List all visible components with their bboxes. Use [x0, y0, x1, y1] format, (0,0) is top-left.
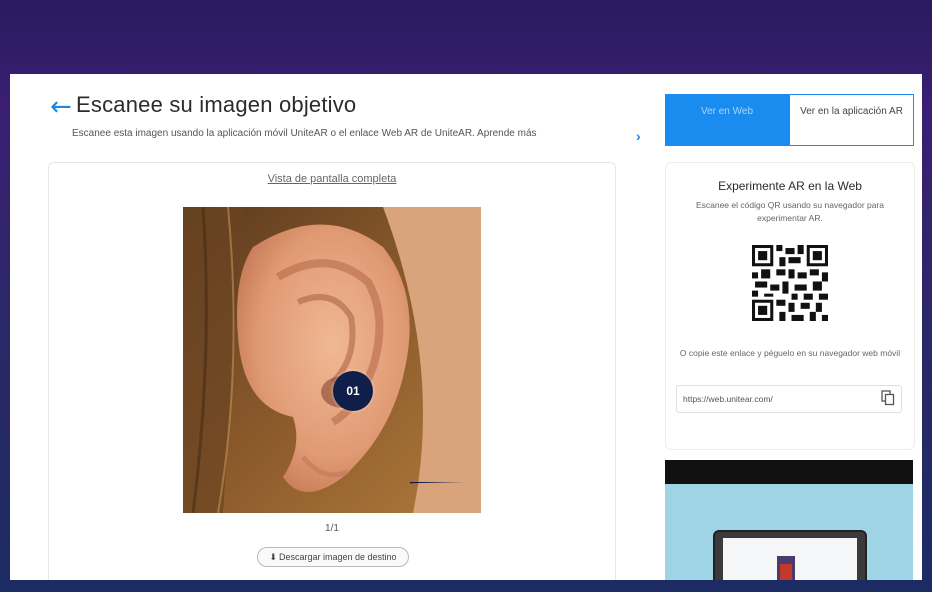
target-section: ← Escanee su imagen objetivo Escanee est…	[10, 74, 641, 580]
poster-icon	[777, 556, 795, 580]
chevron-right-icon[interactable]: ›	[636, 128, 641, 144]
page-title: Escanee su imagen objetivo	[76, 92, 357, 117]
download-target-button[interactable]: ⬇ Descargar imagen de destino	[257, 547, 409, 567]
ar-link-url: https://web.unitear.com/	[683, 394, 773, 404]
preview-background	[665, 484, 913, 580]
copy-icon[interactable]	[881, 390, 895, 406]
page-subtitle: Escanee esta imagen usando la aplicación…	[72, 128, 537, 139]
target-image-card: Vista de pantalla completa 01 1/1 ⬇ Desc…	[48, 162, 616, 580]
ar-web-description: Escanee el código QR usando su navegador…	[695, 200, 885, 223]
tablet-screen	[723, 538, 857, 580]
ar-web-card: Experimente AR en la Web Escanee el códi…	[665, 162, 915, 450]
back-arrow-icon[interactable]: ←	[50, 94, 76, 120]
marker-badge: 01	[333, 371, 373, 411]
tab-view-web[interactable]: Ver en Web	[665, 94, 789, 146]
view-options-section: Ver en Web Ver en la aplicación AR Exper…	[665, 74, 922, 580]
ar-link-field[interactable]: https://web.unitear.com/	[676, 385, 902, 413]
ar-web-title: Experimente AR en la Web	[718, 179, 862, 193]
image-counter: 1/1	[325, 523, 339, 534]
copy-link-instruction: O copie este enlace y péguelo en su nave…	[679, 348, 901, 358]
target-image[interactable]: 01	[183, 207, 481, 513]
main-panel: ← Escanee su imagen objetivo Escanee est…	[10, 74, 922, 580]
fullscreen-link[interactable]: Vista de pantalla completa	[49, 173, 615, 185]
ear-photo	[183, 207, 481, 513]
download-label: Descargar imagen de destino	[278, 552, 397, 562]
download-icon: ⬇	[269, 552, 277, 562]
app-preview-image	[665, 460, 913, 580]
qr-code-icon	[752, 245, 828, 321]
tab-view-app[interactable]: Ver en la aplicación AR	[789, 94, 914, 146]
tablet-icon	[713, 530, 867, 580]
